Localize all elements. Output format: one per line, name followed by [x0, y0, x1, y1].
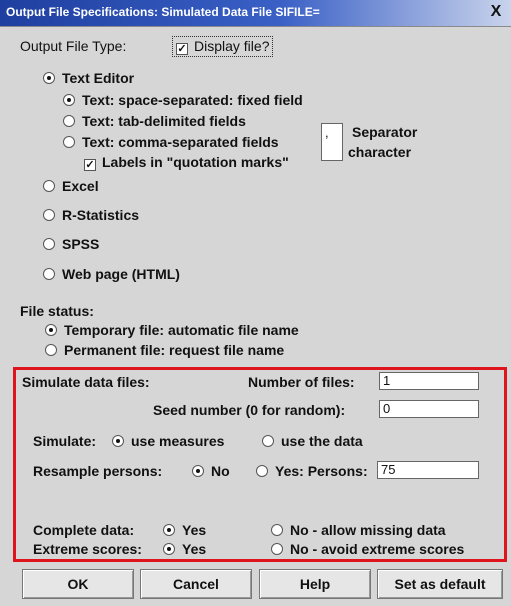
extreme-no-label: No - avoid extreme scores — [290, 541, 465, 557]
radio-icon — [163, 543, 175, 555]
number-of-files-label: Number of files: — [248, 374, 355, 390]
radio-icon — [43, 209, 55, 221]
use-data-label: use the data — [281, 433, 363, 449]
radio-excel[interactable]: Excel — [43, 178, 99, 194]
temporary-file-label: Temporary file: automatic file name — [64, 322, 299, 338]
display-file-check-icon: ✓ — [176, 43, 188, 55]
radio-extreme-no[interactable]: No - avoid extreme scores — [271, 541, 464, 557]
radio-resample-no[interactable]: No — [192, 463, 230, 479]
labels-quotes-check-icon: ✓ — [84, 159, 96, 171]
radio-resample-yes[interactable]: Yes: Persons: — [256, 463, 368, 479]
simulate-label: Simulate: — [33, 433, 97, 449]
number-of-files-input[interactable]: 1 — [379, 372, 479, 390]
use-measures-label: use measures — [131, 433, 225, 449]
display-file-checkbox[interactable]: ✓ Display file? — [172, 36, 274, 57]
permanent-file-label: Permanent file: request file name — [64, 342, 285, 358]
help-button[interactable]: Help — [259, 569, 371, 599]
radio-r-statistics[interactable]: R-Statistics — [43, 207, 139, 223]
seed-number-input[interactable]: 0 — [379, 400, 479, 418]
resample-no-label: No — [211, 463, 230, 479]
text-space-label: Text: space-separated: fixed field — [82, 92, 303, 108]
radio-icon — [43, 180, 55, 192]
text-tab-label: Text: tab-delimited fields — [82, 113, 246, 129]
radio-text-editor[interactable]: Text Editor — [43, 70, 134, 86]
extreme-yes-label: Yes — [182, 541, 207, 557]
persons-input[interactable]: 75 — [377, 461, 479, 479]
excel-label: Excel — [62, 178, 99, 194]
display-file-label: Display file? — [194, 38, 270, 54]
spss-label: SPSS — [62, 236, 100, 252]
radio-extreme-yes[interactable]: Yes — [163, 541, 206, 557]
radio-icon — [112, 435, 124, 447]
labels-quotes-checkbox[interactable]: ✓ Labels in "quotation marks" — [84, 154, 289, 171]
cancel-button[interactable]: Cancel — [140, 569, 252, 599]
radio-spss[interactable]: SPSS — [43, 236, 99, 252]
text-editor-label: Text Editor — [62, 70, 135, 86]
output-file-type-label: Output File Type: — [20, 38, 127, 54]
radio-complete-yes[interactable]: Yes — [163, 522, 206, 538]
radio-web-page[interactable]: Web page (HTML) — [43, 266, 180, 282]
radio-text-space[interactable]: Text: space-separated: fixed field — [63, 92, 303, 108]
complete-data-label: Complete data: — [33, 522, 135, 538]
radio-icon — [43, 238, 55, 250]
labels-quotes-label: Labels in "quotation marks" — [102, 154, 289, 170]
resample-yes-label: Yes: Persons: — [275, 463, 368, 479]
separator-label: Separator — [352, 124, 418, 140]
radio-icon — [163, 524, 175, 536]
radio-text-tab[interactable]: Text: tab-delimited fields — [63, 113, 246, 129]
window-title: Output File Specifications: Simulated Da… — [6, 5, 320, 19]
radio-icon — [256, 465, 268, 477]
radio-icon — [192, 465, 204, 477]
radio-use-measures[interactable]: use measures — [112, 433, 224, 449]
file-status-label: File status: — [20, 303, 94, 319]
radio-icon — [43, 72, 55, 84]
r-statistics-label: R-Statistics — [62, 207, 140, 223]
radio-temporary-file[interactable]: Temporary file: automatic file name — [45, 322, 299, 338]
title-bar: Output File Specifications: Simulated Da… — [0, 0, 511, 27]
separator-input[interactable]: , — [321, 123, 343, 161]
close-icon[interactable]: X — [487, 3, 505, 21]
radio-use-data[interactable]: use the data — [262, 433, 363, 449]
radio-icon — [271, 524, 283, 536]
radio-icon — [63, 115, 75, 127]
resample-persons-label: Resample persons: — [33, 463, 163, 479]
radio-icon — [43, 268, 55, 280]
text-comma-label: Text: comma-separated fields — [82, 134, 279, 150]
separator-label-2: character — [348, 144, 412, 160]
radio-icon — [63, 94, 75, 106]
complete-no-label: No - allow missing data — [290, 522, 446, 538]
seed-number-label: Seed number (0 for random): — [153, 402, 346, 418]
ok-button[interactable]: OK — [22, 569, 134, 599]
radio-text-comma[interactable]: Text: comma-separated fields — [63, 134, 279, 150]
radio-icon — [45, 344, 57, 356]
simulate-section-label: Simulate data files: — [22, 374, 150, 390]
set-as-default-button[interactable]: Set as default — [377, 569, 503, 599]
web-page-label: Web page (HTML) — [62, 266, 180, 282]
complete-yes-label: Yes — [182, 522, 207, 538]
radio-permanent-file[interactable]: Permanent file: request file name — [45, 342, 284, 358]
radio-complete-no[interactable]: No - allow missing data — [271, 522, 446, 538]
radio-icon — [271, 543, 283, 555]
radio-icon — [63, 136, 75, 148]
extreme-scores-label: Extreme scores: — [33, 541, 142, 557]
radio-icon — [45, 324, 57, 336]
radio-icon — [262, 435, 274, 447]
